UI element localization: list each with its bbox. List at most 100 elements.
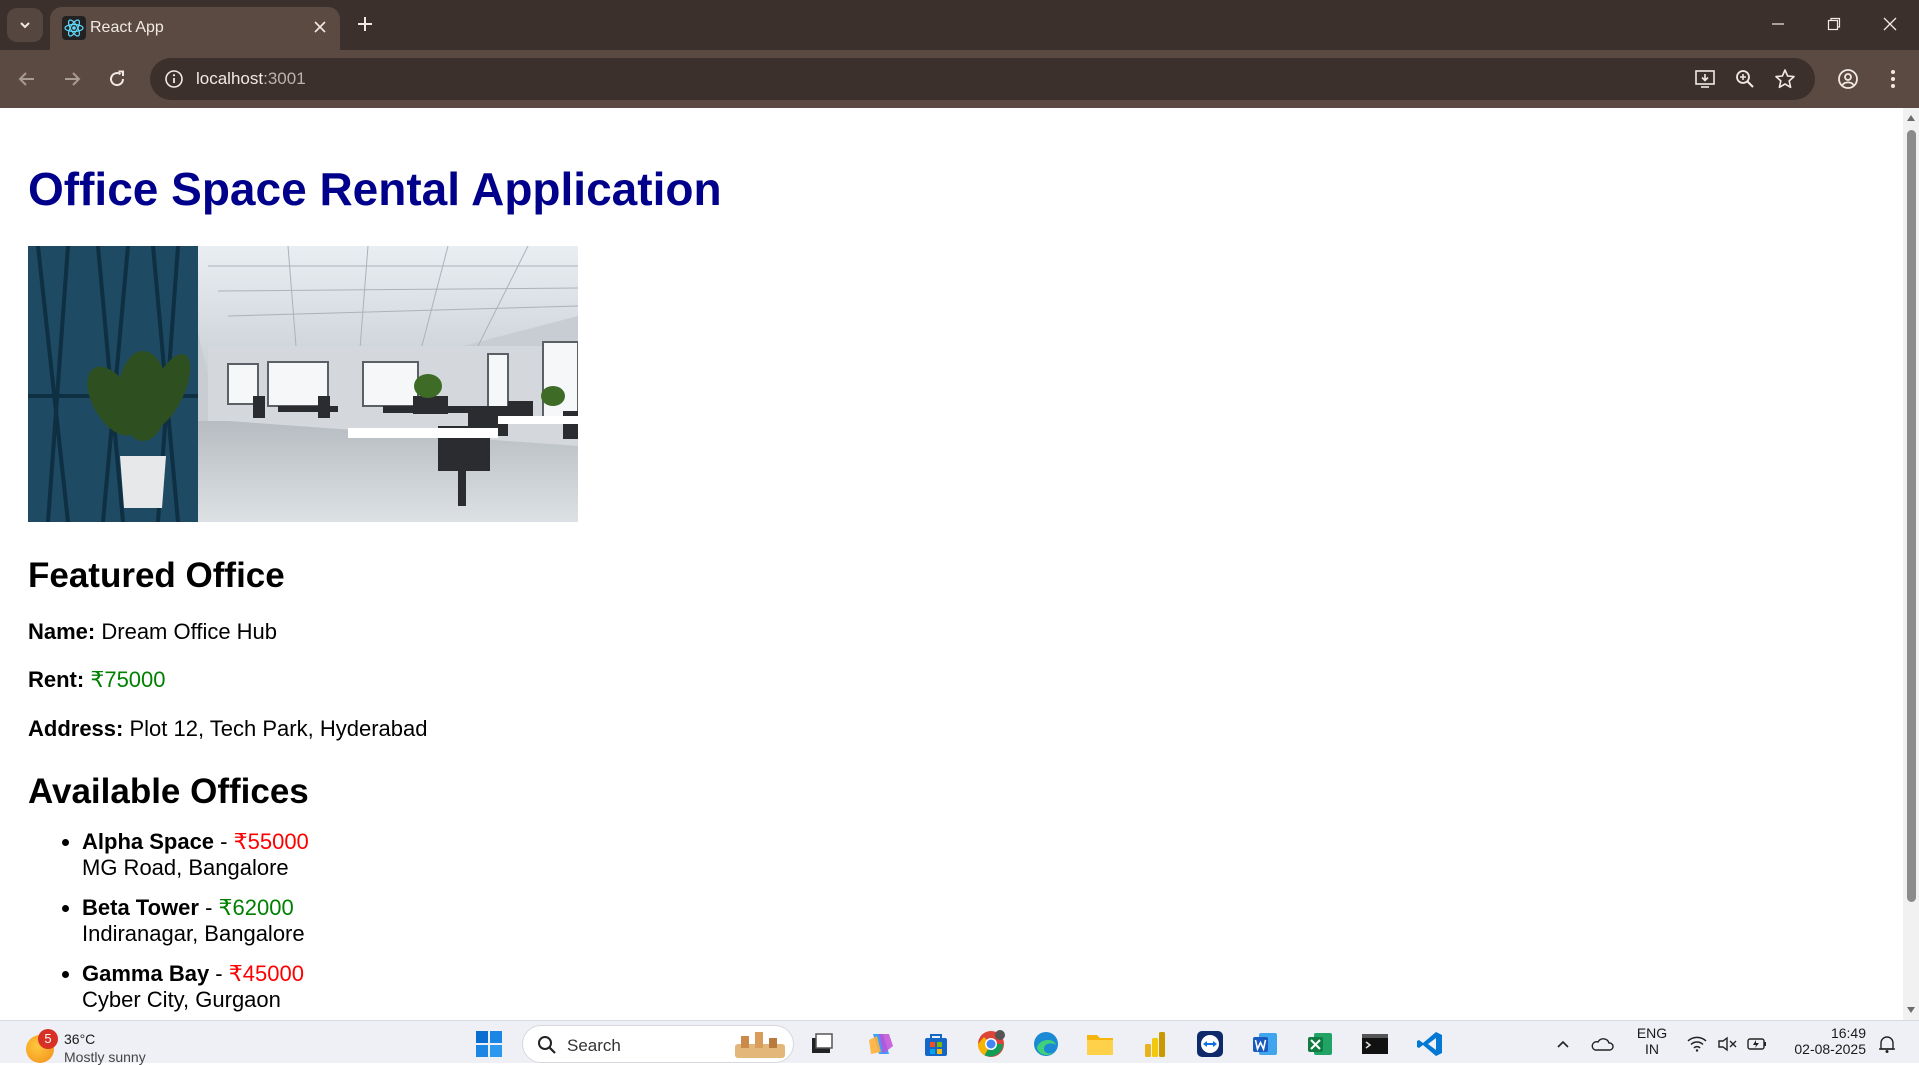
- url-text: localhost:3001: [196, 69, 306, 89]
- arrow-right-icon: [65, 72, 81, 86]
- reload-icon: [110, 70, 125, 87]
- featured-rent-row: Rent: ₹75000: [28, 667, 1875, 693]
- tab-search-button[interactable]: [7, 8, 43, 42]
- office-address: Indiranagar, Bangalore: [82, 921, 305, 947]
- search-icon: [538, 1036, 556, 1054]
- new-tab-button[interactable]: [352, 11, 378, 37]
- minimize-button[interactable]: [1762, 10, 1794, 38]
- rent-label: Rent:: [28, 667, 85, 693]
- site-info-icon[interactable]: [162, 67, 186, 91]
- office-hero-image: [28, 246, 578, 522]
- language-indicator[interactable]: ENG IN: [1632, 1025, 1672, 1057]
- scroll-thumb[interactable]: [1907, 130, 1916, 902]
- profile-button[interactable]: [1834, 65, 1862, 93]
- chevron-up-icon[interactable]: [1548, 1029, 1578, 1059]
- address-label: Address:: [28, 715, 124, 741]
- office-separator: -: [214, 829, 234, 855]
- close-icon: [314, 21, 326, 33]
- clock-time: 16:49: [1830, 1025, 1866, 1041]
- featured-name-row: Name: Dream Office Hub: [28, 619, 1875, 645]
- available-heading: Available Offices: [28, 772, 309, 812]
- power-bi-icon[interactable]: [1140, 1029, 1170, 1059]
- zoom-icon[interactable]: [1733, 67, 1757, 91]
- weather-badge: 5: [38, 1029, 58, 1049]
- close-window-button[interactable]: [1874, 10, 1906, 38]
- chevron-down-icon: [20, 22, 30, 29]
- office-address: Cyber City, Gurgaon: [82, 987, 281, 1013]
- tab-title: React App: [90, 19, 164, 36]
- office-address: MG Road, Bangalore: [82, 855, 289, 881]
- search-highlight-icon: [735, 1032, 785, 1058]
- taskbar-search[interactable]: Search: [522, 1025, 794, 1063]
- profile-icon: [1838, 69, 1858, 89]
- name-label: Name:: [28, 619, 96, 644]
- url-host: localhost: [196, 69, 264, 88]
- office-list-item: Gamma Bay - ₹45000 Cyber City, Gurgaon: [82, 961, 1875, 1013]
- plus-icon: [358, 17, 372, 31]
- office-name: Gamma Bay: [82, 961, 210, 987]
- search-placeholder: Search: [567, 1036, 621, 1055]
- featured-heading: Featured Office: [28, 556, 285, 595]
- region-code: IN: [1645, 1041, 1659, 1057]
- react-logo-icon: [62, 16, 86, 40]
- office-separator: -: [209, 961, 229, 987]
- file-explorer-icon[interactable]: [1085, 1029, 1115, 1059]
- excel-icon[interactable]: [1305, 1029, 1335, 1059]
- office-separator: -: [198, 895, 219, 921]
- restore-button[interactable]: [1818, 10, 1850, 38]
- install-app-icon[interactable]: [1693, 67, 1717, 91]
- featured-name: Dream Office Hub: [101, 619, 278, 644]
- address-bar[interactable]: localhost:3001: [150, 58, 1815, 100]
- scroll-up-icon[interactable]: [1906, 113, 1916, 123]
- office-rent: ₹62000: [218, 895, 294, 921]
- office-rent: ₹55000: [233, 829, 309, 855]
- close-icon: [1883, 17, 1897, 31]
- bookmark-star-icon[interactable]: [1773, 67, 1797, 91]
- scroll-down-icon[interactable]: [1906, 1005, 1916, 1015]
- windows-logo-icon: [476, 1031, 502, 1057]
- url-port: :3001: [263, 69, 306, 88]
- browser-tab-strip: React App: [0, 0, 1919, 50]
- chrome-icon[interactable]: [976, 1029, 1006, 1059]
- notification-bell-icon[interactable]: [1872, 1029, 1902, 1059]
- office-name: Alpha Space: [82, 829, 215, 855]
- battery-icon[interactable]: [1742, 1029, 1772, 1059]
- office-list: Alpha Space - ₹55000 MG Road, Bangalore …: [82, 829, 1875, 1013]
- word-icon[interactable]: [1250, 1029, 1280, 1059]
- app-root: Office Space Rental Application Featured…: [0, 166, 1903, 1013]
- office-list-item: Beta Tower - ₹62000 Indiranagar, Bangalo…: [82, 895, 1875, 947]
- wifi-icon[interactable]: [1682, 1029, 1712, 1059]
- language-code: ENG: [1636, 1025, 1668, 1041]
- browser-menu-button[interactable]: [1879, 65, 1907, 93]
- page-scrollbar[interactable]: [1903, 108, 1919, 1020]
- weather-widget[interactable]: 5 36°C Mostly sunny: [24, 1025, 204, 1065]
- restore-icon: [1827, 17, 1841, 31]
- page-title: Office Space Rental Application: [28, 163, 722, 215]
- microsoft-store-icon[interactable]: [921, 1029, 951, 1059]
- vscode-icon[interactable]: [1415, 1029, 1445, 1059]
- more-vertical-icon: [1891, 70, 1895, 88]
- clock[interactable]: 16:49 02-08-2025: [1776, 1025, 1866, 1057]
- office-name: Beta Tower: [82, 895, 199, 921]
- edge-icon[interactable]: [1031, 1029, 1061, 1059]
- browser-tab-active[interactable]: React App: [50, 7, 340, 50]
- task-view-icon[interactable]: [807, 1029, 837, 1059]
- weather-temp: 36°C: [64, 1031, 96, 1047]
- start-button[interactable]: [474, 1029, 504, 1059]
- office-rent: ₹45000: [228, 961, 304, 987]
- copilot-icon[interactable]: [866, 1029, 896, 1059]
- teamviewer-icon[interactable]: [1195, 1029, 1225, 1059]
- office-list-item: Alpha Space - ₹55000 MG Road, Bangalore: [82, 829, 1875, 881]
- page-viewport: Office Space Rental Application Featured…: [0, 108, 1903, 1020]
- browser-toolbar: localhost:3001: [0, 50, 1919, 108]
- forward-button[interactable]: [58, 65, 86, 93]
- volume-muted-icon[interactable]: [1712, 1029, 1742, 1059]
- tab-close-button[interactable]: [308, 15, 332, 39]
- featured-address: Plot 12, Tech Park, Hyderabad: [129, 715, 428, 741]
- back-button[interactable]: [13, 65, 41, 93]
- terminal-icon[interactable]: [1360, 1029, 1390, 1059]
- minimize-icon: [1772, 23, 1784, 25]
- onedrive-icon[interactable]: [1587, 1029, 1617, 1059]
- reload-button[interactable]: [103, 65, 131, 93]
- clock-date: 02-08-2025: [1794, 1041, 1866, 1057]
